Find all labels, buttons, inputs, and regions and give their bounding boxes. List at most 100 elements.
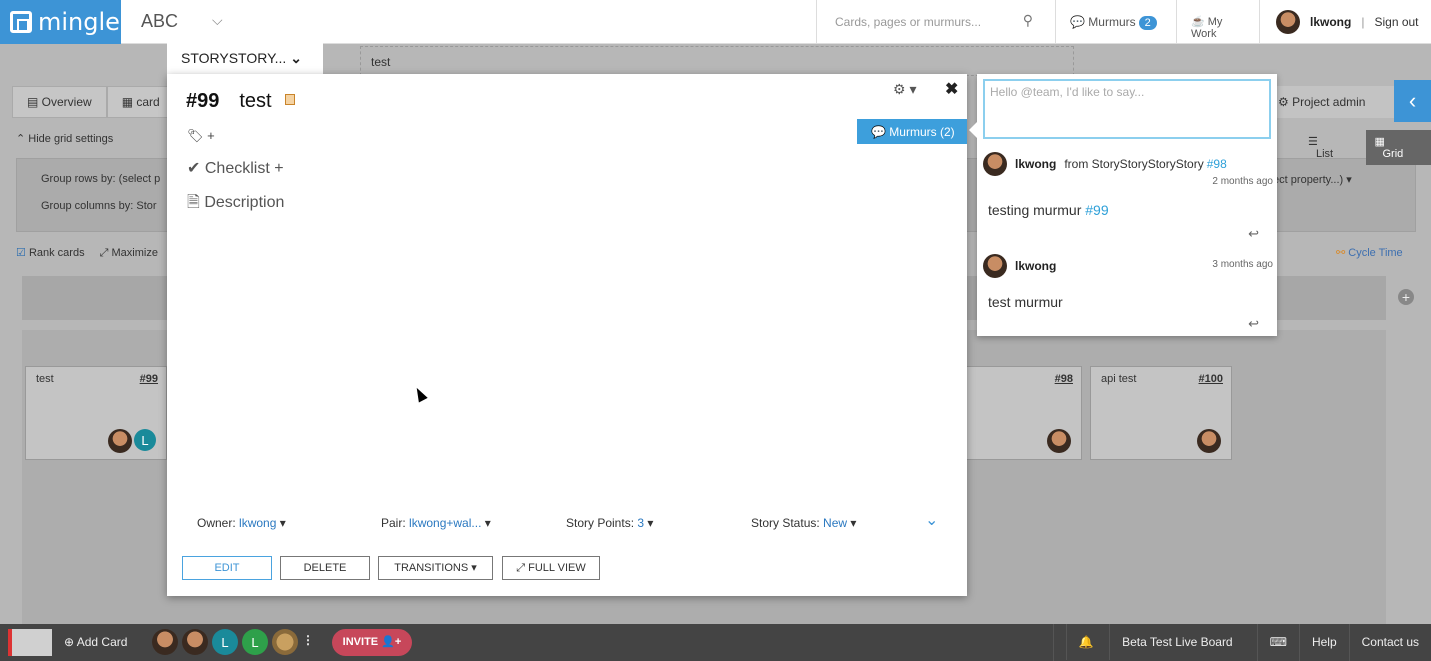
grid-label: Grid: [1382, 148, 1404, 160]
copy-icon[interactable]: [285, 94, 295, 105]
murmur-user: lkwong: [1015, 157, 1057, 171]
tab-label: Overview: [41, 95, 92, 109]
more-icon[interactable]: ⋮: [302, 629, 314, 655]
murmur-card-link[interactable]: #99: [1085, 202, 1108, 218]
card-number[interactable]: #98: [1055, 373, 1073, 385]
murmurs-button[interactable]: 💬 Murmurs (2): [857, 119, 967, 144]
chevron-down-icon: ⌄: [290, 50, 302, 66]
hide-grid-label: Hide grid settings: [28, 133, 114, 145]
mingle-logo[interactable]: mingle: [0, 0, 121, 44]
maximize-link[interactable]: ⤢ Maximize: [100, 247, 158, 259]
add-tag-icon[interactable]: +: [207, 128, 215, 143]
transitions-button[interactable]: TRANSITIONS ▾: [378, 556, 493, 580]
list-view-button[interactable]: ☰ List: [1300, 130, 1360, 165]
close-icon[interactable]: ✖: [945, 79, 958, 99]
group-columns[interactable]: Group columns by: Stor: [41, 200, 157, 212]
invite-button[interactable]: INVITE 👤+: [332, 629, 412, 656]
expand-icon: ⤢: [516, 562, 526, 574]
rank-cards-checkbox[interactable]: ☑: [16, 247, 26, 259]
top-navbar: mingle ABC ⌵ Cards, pages or murmurs... ⚲…: [0, 0, 1431, 44]
description-section[interactable]: 🗎 Description: [187, 191, 284, 218]
avatar: [108, 429, 132, 453]
beta-board-link[interactable]: 🔔 Beta Test Live Board: [1052, 624, 1257, 661]
tags-row: 🏷 +: [187, 128, 215, 144]
avatar[interactable]: [182, 629, 208, 655]
card-type-label: STORYSTORY...: [181, 50, 287, 66]
avatar[interactable]: L: [242, 629, 268, 655]
full-view-button[interactable]: ⤢ FULL VIEW: [502, 556, 600, 580]
grid-view-button[interactable]: ▦ Grid: [1366, 130, 1431, 165]
card-number[interactable]: #99: [140, 373, 158, 385]
card-type-tab[interactable]: STORYSTORY... ⌄: [167, 39, 323, 75]
contact-link[interactable]: Contact us: [1348, 624, 1431, 661]
project-admin-label: Project admin: [1292, 95, 1366, 109]
document-icon: 🗎: [187, 194, 200, 211]
tab-card[interactable]: ▦ card: [106, 86, 175, 118]
sidebar-toggle-icon[interactable]: ‹: [1394, 80, 1431, 122]
project-name[interactable]: ABC: [141, 11, 178, 32]
delete-button[interactable]: DELETE: [280, 556, 370, 580]
cycle-time-icon: ⚯: [1336, 247, 1346, 259]
murmur-input[interactable]: Hello @team, I'd like to say...: [983, 79, 1271, 139]
avatar[interactable]: [272, 629, 298, 655]
search-icon[interactable]: ⚲: [1023, 12, 1033, 29]
reply-icon[interactable]: ↩: [1248, 226, 1259, 242]
checklist-section[interactable]: ✔ Checklist +: [187, 158, 284, 178]
card-title-heading: #99 test: [186, 90, 272, 113]
add-user-icon: 👤+: [381, 636, 402, 648]
chat-icon: 💬: [871, 125, 886, 139]
story-status-property[interactable]: Story Status: New ▾: [751, 516, 856, 530]
keyboard-icon[interactable]: ⌨: [1256, 624, 1299, 661]
group-rows[interactable]: Group rows by: (select p: [41, 173, 160, 185]
project-admin-link[interactable]: ⚙ Project admin: [1270, 86, 1394, 118]
card-name[interactable]: test: [239, 90, 271, 112]
avatar[interactable]: [1276, 10, 1300, 34]
card-tile[interactable]: api test #100: [1090, 366, 1232, 460]
murmur-body: testing murmur: [988, 202, 1082, 218]
sign-out-link[interactable]: Sign out: [1374, 15, 1418, 29]
add-card-button[interactable]: ⊕ Add Card: [64, 635, 127, 649]
group-rows-value: (select p: [118, 173, 161, 185]
group-cols-label: Group columns by:: [41, 200, 134, 212]
view-tabs: ▤ Overview ▦ card: [12, 86, 175, 118]
description-label: Description: [204, 194, 285, 211]
maximize-label: Maximize: [111, 247, 158, 259]
murmurs-link[interactable]: 💬 Murmurs 2: [1070, 15, 1157, 30]
edit-button[interactable]: EDIT: [182, 556, 272, 580]
tab-test[interactable]: test: [360, 46, 1074, 76]
search-input[interactable]: Cards, pages or murmurs... ⚲: [816, 0, 1056, 44]
story-points-property[interactable]: Story Points: 3 ▾: [566, 516, 653, 530]
my-work-link[interactable]: ☕ My Work: [1176, 0, 1260, 44]
murmur-card-link[interactable]: #98: [1207, 157, 1227, 171]
story-status-label: Story Status:: [751, 516, 820, 530]
chevron-down-icon[interactable]: ⌄: [925, 510, 938, 530]
username[interactable]: lkwong: [1310, 15, 1351, 29]
avatar[interactable]: [152, 629, 178, 655]
bottom-toolbar: ⊕ Add Card L L ⋮ INVITE 👤+ 🔔 Beta Test L…: [0, 624, 1431, 661]
pair-value: lkwong+wal...: [409, 516, 482, 530]
help-link[interactable]: Help: [1298, 624, 1349, 661]
tag-icon: 🏷: [187, 128, 204, 143]
card-tile[interactable]: test #99 L: [25, 366, 167, 460]
divider: |: [1361, 15, 1365, 29]
chevron-down-icon[interactable]: ⌵: [212, 12, 223, 29]
card-number[interactable]: #100: [1199, 373, 1223, 385]
user-menu: lkwong | Sign out: [1276, 10, 1419, 34]
reply-icon[interactable]: ↩: [1248, 316, 1259, 332]
add-checklist-icon[interactable]: +: [274, 160, 283, 177]
hide-grid-settings[interactable]: ⌃ Hide grid settings: [16, 132, 113, 145]
team-avatars: L L ⋮: [152, 629, 314, 655]
tab-overview[interactable]: ▤ Overview: [12, 86, 107, 118]
avatar[interactable]: L: [212, 629, 238, 655]
owner-property[interactable]: Owner: lkwong ▾: [197, 516, 286, 530]
murmur-user: lkwong: [1015, 259, 1057, 273]
card-popup: #99 test ⚙ ▾ ✖ 🏷 + ✔ Checklist + 🗎 Descri…: [167, 74, 967, 596]
gear-icon: ⚙: [1278, 95, 1289, 109]
add-lane-icon[interactable]: +: [1398, 289, 1414, 305]
cycle-time-label: Cycle Time: [1348, 247, 1403, 259]
pair-property[interactable]: Pair: lkwong+wal... ▾: [381, 516, 491, 530]
cycle-time-link[interactable]: ⚯ Cycle Time: [1336, 246, 1403, 259]
gear-icon[interactable]: ⚙ ▾: [893, 81, 916, 98]
color-swatch[interactable]: [8, 629, 52, 656]
plus-circle-icon: ⊕: [64, 635, 75, 649]
